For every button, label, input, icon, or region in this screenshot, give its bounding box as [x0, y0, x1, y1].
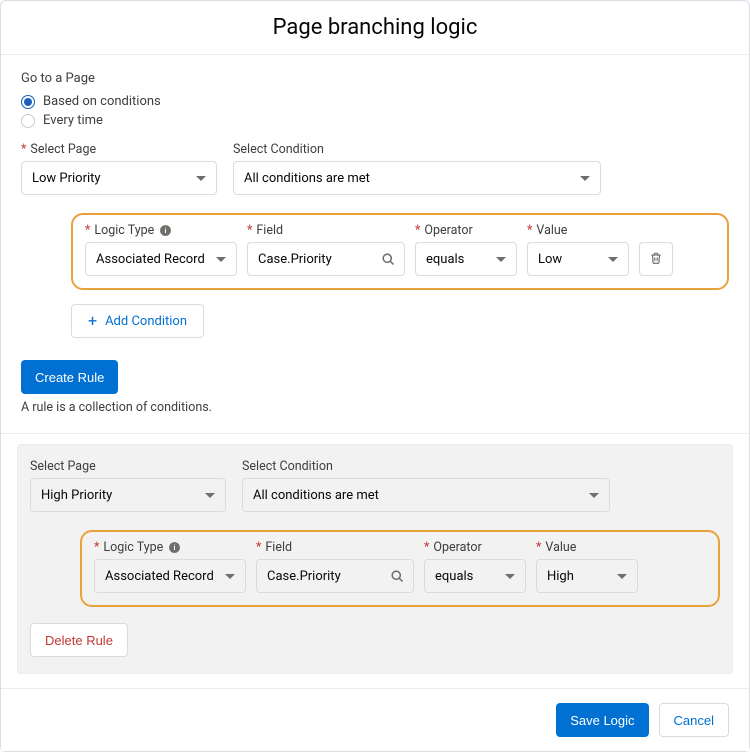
chevron-down-icon — [225, 574, 235, 579]
modal-footer: Save Logic Cancel — [1, 688, 749, 751]
logic-type-group: * Logic Type i Associated Record — [85, 223, 237, 276]
rule-help-text: A rule is a collection of conditions. — [21, 400, 729, 415]
value-label: * Value — [527, 223, 629, 238]
svg-text:i: i — [173, 545, 175, 552]
rule-1: * Select Page Low Priority Select Condit… — [21, 142, 729, 415]
add-condition-button[interactable]: + Add Condition — [71, 304, 204, 338]
goto-section-label: Go to a Page — [21, 71, 729, 86]
cancel-button[interactable]: Cancel — [659, 703, 729, 737]
select-condition-label: Select Condition — [242, 459, 610, 474]
select-page-value: Low Priority — [32, 171, 101, 186]
radio-based-on-conditions[interactable]: Based on conditions — [21, 94, 729, 109]
delete-rule-button[interactable]: Delete Rule — [30, 623, 128, 657]
logic-type-label: * Logic Type i — [94, 540, 246, 555]
page-branching-modal: Page branching logic Go to a Page Based … — [0, 0, 750, 752]
chevron-down-icon — [196, 176, 206, 181]
field-lookup-input[interactable]: Case.Priority — [256, 559, 414, 593]
radio-every-time[interactable]: Every time — [21, 113, 729, 128]
field-value: Case.Priority — [267, 569, 341, 584]
info-icon[interactable]: i — [167, 541, 181, 555]
operator-value: equals — [435, 569, 473, 584]
select-page-label: Select Page — [30, 459, 226, 474]
select-condition-dropdown[interactable]: All conditions are met — [233, 161, 601, 195]
add-condition-label: Add Condition — [105, 314, 187, 329]
rule1-condition-block: * Logic Type i Associated Record — [71, 213, 729, 290]
chevron-down-icon — [580, 176, 590, 181]
select-page-group: * Select Page Low Priority — [21, 142, 217, 195]
radio-label: Based on conditions — [43, 94, 161, 109]
value-dropdown[interactable]: High — [536, 559, 638, 593]
value-value: Low — [538, 252, 562, 267]
select-page-label: * Select Page — [21, 142, 217, 157]
logic-type-dropdown[interactable]: Associated Record — [85, 242, 237, 276]
logic-type-value: Associated Record — [105, 569, 214, 584]
field-value: Case.Priority — [258, 252, 332, 267]
select-condition-label: Select Condition — [233, 142, 601, 157]
select-page-value: High Priority — [41, 488, 112, 503]
logic-type-group: * Logic Type i Associated Record — [94, 540, 246, 593]
select-condition-value: All conditions are met — [244, 171, 370, 186]
modal-header: Page branching logic — [1, 1, 749, 55]
chevron-down-icon — [589, 493, 599, 498]
value-value: High — [547, 569, 574, 584]
select-page-group: Select Page High Priority — [30, 459, 226, 512]
chevron-down-icon — [216, 257, 226, 262]
value-group: * Value High — [536, 540, 638, 593]
select-condition-dropdown[interactable]: All conditions are met — [242, 478, 610, 512]
search-icon — [390, 569, 405, 584]
field-group-field: * Field Case.Priority — [247, 223, 405, 276]
chevron-down-icon — [505, 574, 515, 579]
select-condition-value: All conditions are met — [253, 488, 379, 503]
operator-label: * Operator — [424, 540, 526, 555]
create-rule-button[interactable]: Create Rule — [21, 360, 118, 394]
value-group: * Value Low — [527, 223, 629, 276]
info-icon[interactable]: i — [158, 224, 172, 238]
rule2-condition-block: * Logic Type i Associated Record — [80, 530, 720, 607]
operator-dropdown[interactable]: equals — [424, 559, 526, 593]
radio-dot-selected — [21, 95, 35, 109]
value-dropdown[interactable]: Low — [527, 242, 629, 276]
delete-condition-button[interactable] — [639, 242, 673, 276]
svg-text:i: i — [164, 228, 166, 235]
radio-dot-unselected — [21, 114, 35, 128]
radio-label: Every time — [43, 113, 103, 128]
search-icon — [381, 252, 396, 267]
value-label: * Value — [536, 540, 638, 555]
field-label: * Field — [247, 223, 405, 238]
operator-dropdown[interactable]: equals — [415, 242, 517, 276]
rule-separator — [1, 433, 749, 434]
chevron-down-icon — [205, 493, 215, 498]
modal-title: Page branching logic — [21, 15, 729, 40]
logic-type-label: * Logic Type i — [85, 223, 237, 238]
operator-label: * Operator — [415, 223, 517, 238]
rule-2-panel: Select Page High Priority Select Conditi… — [17, 444, 733, 674]
operator-group: * Operator equals — [424, 540, 526, 593]
logic-type-value: Associated Record — [96, 252, 205, 267]
logic-type-dropdown[interactable]: Associated Record — [94, 559, 246, 593]
chevron-down-icon — [617, 574, 627, 579]
select-page-dropdown[interactable]: High Priority — [30, 478, 226, 512]
rule2-top-row: Select Page High Priority Select Conditi… — [30, 459, 720, 512]
operator-value: equals — [426, 252, 464, 267]
field-lookup-input[interactable]: Case.Priority — [247, 242, 405, 276]
trash-icon — [649, 250, 663, 269]
select-condition-group: Select Condition All conditions are met — [233, 142, 601, 195]
select-condition-group: Select Condition All conditions are met — [242, 459, 610, 512]
chevron-down-icon — [496, 257, 506, 262]
chevron-down-icon — [608, 257, 618, 262]
field-label: * Field — [256, 540, 414, 555]
save-logic-button[interactable]: Save Logic — [556, 703, 648, 737]
plus-icon: + — [88, 313, 97, 329]
field-group-field: * Field Case.Priority — [256, 540, 414, 593]
rule1-top-row: * Select Page Low Priority Select Condit… — [21, 142, 729, 195]
select-page-dropdown[interactable]: Low Priority — [21, 161, 217, 195]
modal-body: Go to a Page Based on conditions Every t… — [1, 55, 749, 688]
operator-group: * Operator equals — [415, 223, 517, 276]
